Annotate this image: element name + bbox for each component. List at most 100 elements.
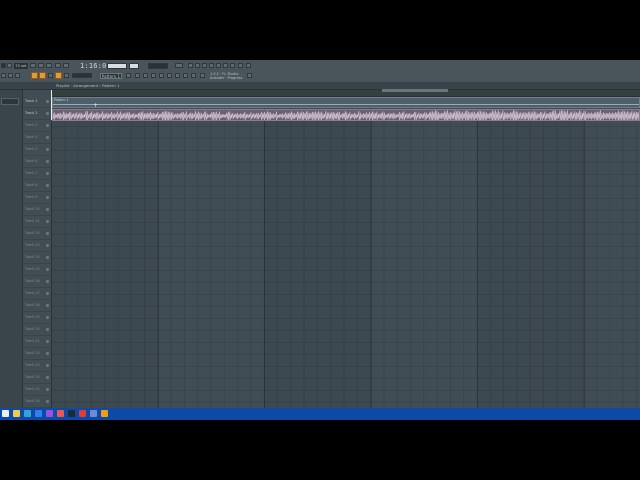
loop-icon[interactable]	[55, 63, 61, 68]
track-enable-dot[interactable]	[46, 172, 49, 175]
view-icon-4[interactable]	[159, 73, 164, 78]
pattern-clip[interactable]: Pattern 1	[52, 97, 640, 108]
track-enable-dot[interactable]	[46, 268, 49, 271]
track-enable-dot[interactable]	[46, 316, 49, 319]
browser-panel[interactable]	[0, 90, 23, 408]
track-enable-dot[interactable]	[46, 100, 49, 103]
view-icon-9[interactable]	[200, 73, 205, 78]
view-icon-2[interactable]	[143, 73, 148, 78]
store-icon[interactable]	[35, 410, 42, 417]
track-enable-dot[interactable]	[46, 340, 49, 343]
horizontal-scrollbar[interactable]	[382, 89, 448, 92]
news-icon[interactable]	[247, 73, 252, 78]
track-enable-dot[interactable]	[46, 136, 49, 139]
track-enable-dot[interactable]	[46, 148, 49, 151]
track-enable-dot[interactable]	[46, 376, 49, 379]
track-header[interactable]: Track 25	[23, 384, 51, 396]
add-pattern-icon[interactable]	[126, 73, 131, 78]
track-enable-dot[interactable]	[46, 352, 49, 355]
track-header[interactable]: Track 20	[23, 324, 51, 336]
track-header[interactable]: Track 12	[23, 228, 51, 240]
browser-icon[interactable]	[216, 63, 221, 68]
track-header[interactable]: Track 18	[23, 300, 51, 312]
playlist-grid[interactable]	[51, 90, 640, 408]
plugin-icon[interactable]	[223, 63, 228, 68]
playhead[interactable]	[51, 90, 52, 120]
track-header[interactable]: Track 23	[23, 360, 51, 372]
track-header[interactable]: Track 8	[23, 180, 51, 192]
track-header[interactable]: Track 7	[23, 168, 51, 180]
terminal-icon[interactable]	[68, 410, 75, 417]
output-icon[interactable]	[175, 63, 183, 68]
view-icon-3[interactable]	[151, 73, 156, 78]
view-icon-7[interactable]	[183, 73, 188, 78]
stop-icon[interactable]	[38, 63, 44, 68]
view-icon-8[interactable]	[191, 73, 196, 78]
tool-select-icon[interactable]	[31, 72, 38, 79]
track-enable-dot[interactable]	[46, 160, 49, 163]
track-header[interactable]: Track 9	[23, 192, 51, 204]
youtube-icon[interactable]	[79, 410, 86, 417]
audio-clip[interactable]	[52, 109, 640, 121]
app-icon[interactable]	[46, 410, 53, 417]
track-enable-dot[interactable]	[46, 364, 49, 367]
track-header[interactable]: Track 21	[23, 336, 51, 348]
track-header[interactable]: Track 16	[23, 276, 51, 288]
play-icon[interactable]	[7, 63, 12, 68]
track-enable-dot[interactable]	[46, 304, 49, 307]
track-enable-dot[interactable]	[46, 280, 49, 283]
track-enable-dot[interactable]	[46, 232, 49, 235]
pattern-selector[interactable]: Pattern 1	[100, 73, 122, 79]
media-icon[interactable]	[57, 410, 64, 417]
track-enable-dot[interactable]	[46, 256, 49, 259]
chrome-icon[interactable]	[24, 410, 31, 417]
track-enable-dot[interactable]	[46, 244, 49, 247]
track-header[interactable]: Track 13	[23, 240, 51, 252]
mixer-icon[interactable]	[209, 63, 214, 68]
playlist-icon[interactable]	[188, 63, 193, 68]
track-header[interactable]: Track 22	[23, 348, 51, 360]
track-header[interactable]: Track 19	[23, 312, 51, 324]
track-header[interactable]: Track 1	[23, 96, 51, 108]
track-enable-dot[interactable]	[46, 208, 49, 211]
record-icon[interactable]	[30, 63, 36, 68]
track-enable-dot[interactable]	[46, 184, 49, 187]
track-header[interactable]: Track 4	[23, 132, 51, 144]
tool-playback-icon[interactable]	[64, 73, 69, 78]
channel-rack-icon[interactable]	[202, 63, 207, 68]
tool-zoom-icon[interactable]	[48, 73, 53, 78]
timeline-ruler[interactable]	[51, 90, 640, 97]
track-header[interactable]: Track 2	[23, 108, 51, 120]
tool-paint-icon[interactable]	[8, 73, 13, 78]
view-icon-5[interactable]	[167, 73, 172, 78]
tempo-tapper-icon[interactable]	[230, 63, 235, 68]
track-header[interactable]: Track 24	[23, 372, 51, 384]
track-header[interactable]: Track 10	[23, 204, 51, 216]
master-volume-slider[interactable]	[148, 63, 168, 69]
discord-icon[interactable]	[90, 410, 97, 417]
folder-icon[interactable]	[13, 410, 20, 417]
start-icon[interactable]	[2, 410, 9, 417]
tool-delete-icon[interactable]	[15, 73, 20, 78]
track-enable-dot[interactable]	[46, 220, 49, 223]
track-header[interactable]: Track 5	[23, 144, 51, 156]
help-icon[interactable]	[238, 63, 243, 68]
snap-selector[interactable]	[72, 73, 92, 78]
menu-icon[interactable]	[1, 63, 6, 68]
view-icon-6[interactable]	[175, 73, 180, 78]
metronome-icon[interactable]	[46, 63, 52, 68]
track-enable-dot[interactable]	[46, 388, 49, 391]
tool-draw-icon[interactable]	[1, 73, 6, 78]
snap-icon[interactable]	[63, 63, 69, 68]
track-header[interactable]: Track 6	[23, 156, 51, 168]
track-header[interactable]: Track 26	[23, 396, 51, 408]
tempo-display[interactable]: 70 set	[14, 63, 28, 69]
track-enable-dot[interactable]	[46, 400, 49, 403]
settings-icon[interactable]	[246, 63, 251, 68]
browser-selector[interactable]	[1, 98, 19, 105]
track-enable-dot[interactable]	[46, 124, 49, 127]
track-header[interactable]: Track 14	[23, 252, 51, 264]
track-header[interactable]: Track 17	[23, 288, 51, 300]
track-enable-dot[interactable]	[46, 328, 49, 331]
piano-roll-icon[interactable]	[195, 63, 200, 68]
